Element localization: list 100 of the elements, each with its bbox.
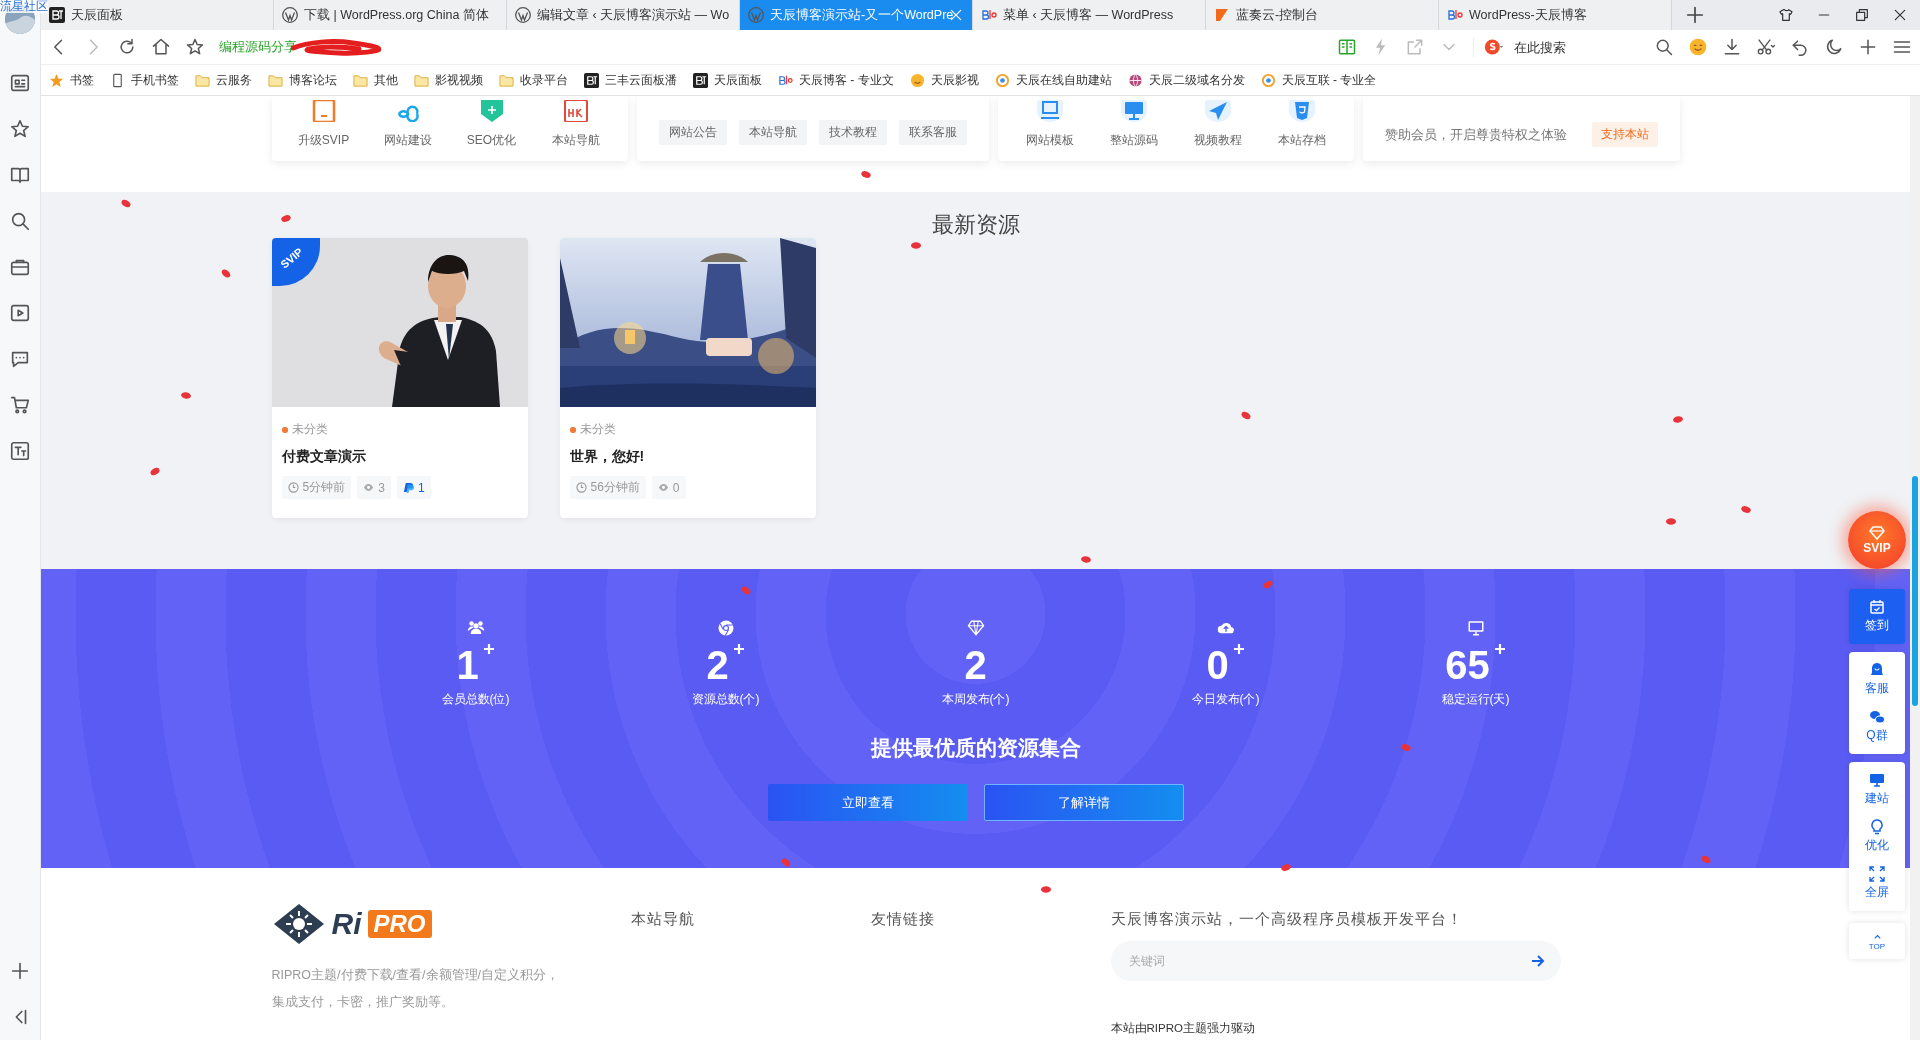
bt-logo-icon xyxy=(49,7,65,23)
bookmark-link[interactable]: 其他 xyxy=(374,71,398,89)
link-tag[interactable]: 网站公告 xyxy=(658,120,727,145)
bookmark-link[interactable]: 博客论坛 xyxy=(289,71,337,89)
float-menu-item[interactable]: 全屏 xyxy=(1849,862,1905,905)
bookmark-link[interactable]: 手机书签 xyxy=(131,71,179,89)
translate-icon[interactable] xyxy=(9,440,31,462)
scrollbar-thumb[interactable] xyxy=(1912,476,1918,706)
moon-icon[interactable] xyxy=(1824,37,1844,57)
search-bar[interactable]: 关键词 xyxy=(1110,941,1561,981)
scrollbar[interactable] xyxy=(1910,96,1920,1040)
smiley-icon[interactable] xyxy=(1688,37,1708,57)
svip-label: SVIP xyxy=(1863,540,1891,555)
swirl-logo-icon xyxy=(994,72,1010,88)
video-icon[interactable] xyxy=(9,302,31,324)
promo-text: 赞助会员，开启尊贵特权之体验 xyxy=(1384,125,1567,144)
badge-icon[interactable] xyxy=(310,100,337,122)
post-meta: 3 xyxy=(378,480,385,495)
bookmark-link[interactable]: 云服务 xyxy=(216,71,252,89)
fullscreen-icon xyxy=(1869,866,1885,882)
shirt-icon[interactable] xyxy=(1778,7,1794,23)
cart-icon[interactable] xyxy=(9,394,31,416)
post-card[interactable]: 未分类 世界，您好! 56分钟前 0 xyxy=(559,238,816,518)
diamond-icon xyxy=(966,619,985,637)
download-icon[interactable] xyxy=(1722,37,1742,57)
bookmark-link[interactable]: 天辰在线自助建站 xyxy=(1015,71,1112,89)
browser-tab[interactable]: 天辰博客演示站-又一个WordPre xyxy=(740,0,973,30)
quick-link[interactable]: 网站模板 xyxy=(1025,132,1074,149)
post-title[interactable]: 世界，您好! xyxy=(569,448,806,466)
undo-icon[interactable] xyxy=(1790,37,1810,57)
arrow-right-icon[interactable] xyxy=(1530,954,1545,968)
monitor-icon[interactable] xyxy=(1120,100,1147,122)
laptop-icon[interactable] xyxy=(1036,100,1063,122)
add-icon[interactable] xyxy=(1858,37,1878,57)
bookmark-link[interactable]: 天辰互联 - 专业全 xyxy=(1281,71,1377,89)
favorites-icon[interactable] xyxy=(9,118,31,140)
close-icon[interactable] xyxy=(1892,7,1908,23)
hk-badge-icon[interactable] xyxy=(562,100,589,122)
paper-plane-icon[interactable] xyxy=(1204,100,1231,122)
float-menu-item[interactable]: Q群 xyxy=(1849,705,1905,748)
quick-link[interactable]: 视频教程 xyxy=(1193,132,1242,149)
action-button[interactable]: 立即查看 xyxy=(767,784,968,821)
bookmark-star-icon[interactable] xyxy=(185,37,205,57)
search-field[interactable]: 在此搜索 xyxy=(1512,38,1646,56)
logo-text[interactable]: Ri xyxy=(331,907,362,941)
calendar-check-icon xyxy=(1869,599,1885,615)
browser-tab[interactable]: 菜单 ‹ 天辰博客 — WordPress xyxy=(973,0,1206,30)
scissors-icon[interactable] xyxy=(1756,37,1776,57)
bookmark-link[interactable]: 书签 xyxy=(70,71,94,89)
bookmark-link[interactable]: 三丰云面板潘 xyxy=(605,71,677,89)
bookmark-link[interactable]: 天辰二级域名分发 xyxy=(1148,71,1245,89)
powered-by-text: 本站由RIPRO主题强力驱动 xyxy=(1110,1021,1256,1036)
search-icon[interactable] xyxy=(9,210,31,232)
wordpress-logo-icon xyxy=(282,7,298,23)
globe-icon xyxy=(1127,72,1143,88)
browser-tab[interactable]: 蓝奏云-控制台 xyxy=(1206,0,1439,30)
bookmark-link[interactable]: 天辰面板 xyxy=(714,71,762,89)
add-icon[interactable] xyxy=(9,960,31,982)
quick-link[interactable]: 本站导航 xyxy=(551,132,600,149)
search-icon[interactable] xyxy=(1654,37,1674,57)
bookmark-link[interactable]: 影视视频 xyxy=(435,71,483,89)
search-input[interactable]: 关键词 xyxy=(1126,953,1531,969)
reader-icon[interactable] xyxy=(1337,37,1357,57)
link-tag[interactable]: 技术教程 xyxy=(818,120,887,145)
action-button[interactable]: 了解详情 xyxy=(983,784,1184,821)
home-icon[interactable] xyxy=(151,37,171,57)
wechat-icon xyxy=(1869,709,1885,725)
search-engine-icon[interactable] xyxy=(1484,37,1504,57)
post-title[interactable]: 付费文章演示 xyxy=(281,448,518,466)
quick-link[interactable]: 本站存档 xyxy=(1277,132,1326,149)
float-menu-item[interactable]: 签到 xyxy=(1849,589,1905,644)
blog-logo-icon xyxy=(981,7,997,23)
quick-link[interactable]: SEO优化 xyxy=(466,132,517,149)
quick-link[interactable]: 网站建设 xyxy=(383,132,432,149)
post-meta: 56分钟前 xyxy=(590,479,640,496)
link-tag[interactable]: 联系客服 xyxy=(898,120,967,145)
quick-link[interactable]: 升级SVIP xyxy=(297,132,350,149)
html5-icon[interactable] xyxy=(1288,100,1315,122)
dot-icon xyxy=(569,426,576,433)
stat-value: 2 xyxy=(706,643,729,687)
swirl-logo-icon xyxy=(1260,72,1276,88)
float-menu-item[interactable]: 建站 xyxy=(1849,768,1905,811)
wordpress-logo-icon xyxy=(748,7,764,23)
bookmark-link[interactable]: 天辰博客 - 专业文 xyxy=(799,71,894,89)
browser-tab[interactable]: 下载 | WordPress.org China 简体 xyxy=(274,0,507,30)
news-icon[interactable] xyxy=(9,72,31,94)
bookmark-link[interactable]: 天辰影视 xyxy=(930,71,979,89)
new-tab-icon[interactable] xyxy=(1684,4,1706,26)
float-menu-item[interactable]: 客服 xyxy=(1849,658,1905,701)
bookmark-link[interactable]: 收录平台 xyxy=(520,71,568,89)
restore-icon[interactable] xyxy=(1854,7,1870,23)
float-menu-item[interactable]: 优化 xyxy=(1849,815,1905,858)
browser-tab[interactable]: WordPress-天辰博客 xyxy=(1439,0,1672,30)
petal-icon xyxy=(739,584,753,597)
link-tag[interactable]: 本站导航 xyxy=(738,120,807,145)
petal-icon xyxy=(1280,862,1292,873)
column-heading: 友情链接 xyxy=(870,909,936,929)
quick-link[interactable]: 整站源码 xyxy=(1109,132,1158,149)
browser-tab[interactable]: 编辑文章 ‹ 天辰博客演示站 — Wo xyxy=(507,0,740,30)
back-to-top-button[interactable]: TOP xyxy=(1849,923,1905,959)
